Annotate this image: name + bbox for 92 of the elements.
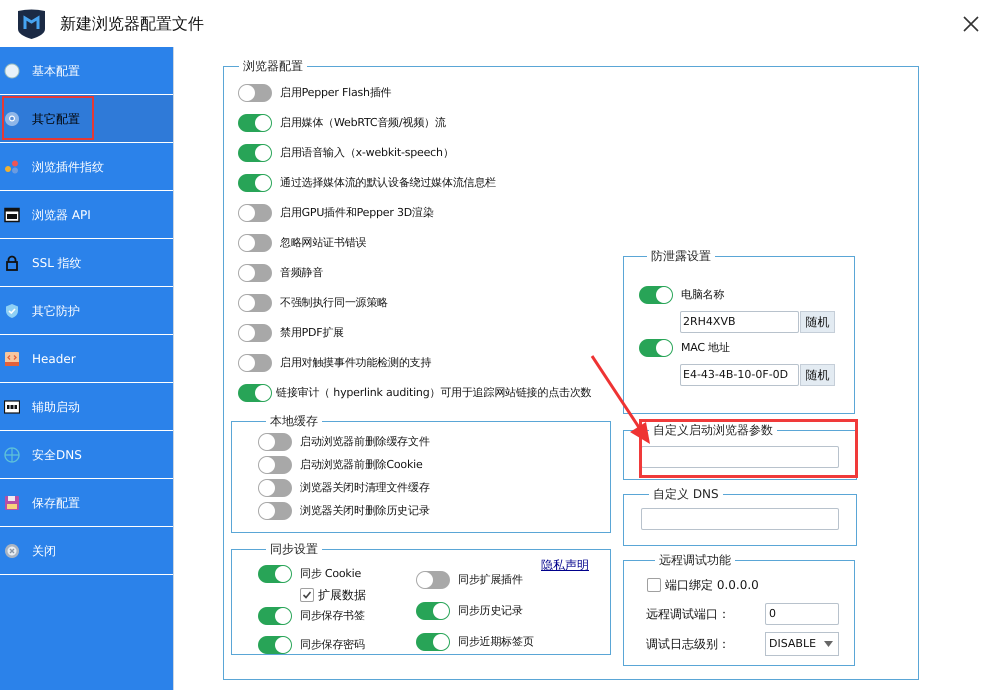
toggle-switch[interactable] <box>238 204 272 222</box>
option-label: 浏览器关闭时删除历史记录 <box>300 502 430 519</box>
close-icon[interactable] <box>963 16 979 32</box>
code-tag-icon <box>4 350 20 366</box>
option-label: 端口绑定 0.0.0.0 <box>665 577 759 594</box>
text-field[interactable]: 2RH4XVB <box>680 311 799 333</box>
option-label: 不强制执行同一源策略 <box>280 294 388 311</box>
close-circle-icon <box>4 542 20 558</box>
shield-icon <box>4 302 20 318</box>
toggle-switch[interactable] <box>258 456 292 474</box>
toggle-switch[interactable] <box>416 633 450 651</box>
sidebar-item[interactable]: 关闭 <box>0 527 173 575</box>
sidebar-item[interactable]: 保存配置 <box>0 479 173 527</box>
random-button[interactable]: 随机 <box>800 311 835 333</box>
sidebar-item[interactable]: SSL 指纹 <box>0 239 173 287</box>
toggle-switch[interactable] <box>238 264 272 282</box>
group-title: 自定义启动浏览器参数 <box>652 424 774 436</box>
sidebar-item[interactable]: 安全DNS <box>0 431 173 479</box>
option-label: 禁用PDF扩展 <box>280 324 344 341</box>
toggle-switch[interactable] <box>238 354 272 372</box>
toggle-switch[interactable] <box>238 324 272 342</box>
toggle-switch[interactable] <box>258 433 292 451</box>
option-label: 启用媒体（WebRTC音频/视频）流 <box>280 114 446 131</box>
option-label: 音频静音 <box>280 264 324 281</box>
log-level-dropdown[interactable]: DISABLE <box>765 632 839 656</box>
sidebar-item[interactable]: 其它防护 <box>0 287 173 335</box>
option-label: 启动浏览器前删除缓存文件 <box>300 434 430 450</box>
option-label: 启用语音输入（x-webkit-speech） <box>280 144 454 161</box>
option-label: 浏览器关闭时清理文件缓存 <box>300 480 430 496</box>
toggle-switch[interactable] <box>258 636 292 654</box>
group-title: 本地缓存 <box>269 415 319 427</box>
option-label: 同步保存书签 <box>300 608 365 624</box>
group-title: 防泄露设置 <box>650 250 712 262</box>
padlock-icon <box>4 254 20 270</box>
option-label: 电脑名称 <box>681 286 724 303</box>
checkbox[interactable] <box>300 588 314 602</box>
option-label: 启动浏览器前删除Cookie <box>300 456 423 473</box>
option-label: 扩展数据 <box>318 587 366 604</box>
logo-icon <box>18 8 45 38</box>
sidebar-item[interactable]: 辅助启动 <box>0 383 173 431</box>
sidebar-item[interactable]: Header <box>0 335 173 383</box>
random-button[interactable]: 随机 <box>800 364 835 386</box>
group-title: 自定义 DNS <box>652 488 720 500</box>
browser-icon <box>4 110 20 126</box>
toggle-switch[interactable] <box>238 294 272 312</box>
window-title: 新建浏览器配置文件 <box>60 12 204 34</box>
option-label: 忽略网站证书错误 <box>280 234 366 251</box>
toggle-switch[interactable] <box>238 384 272 402</box>
group-title: 远程调试功能 <box>658 554 732 566</box>
sidebar-item[interactable]: 浏览器 API <box>0 191 173 239</box>
privacy-link[interactable]: 隐私声明 <box>541 556 589 574</box>
port-field[interactable]: 0 <box>765 603 839 625</box>
field-label: 远程调试端口： <box>646 606 731 623</box>
option-label: 启用GPU插件和Pepper 3D渲染 <box>280 204 434 221</box>
toggle-switch[interactable] <box>238 234 272 252</box>
toggle-switch[interactable] <box>258 479 292 497</box>
option-label: 同步近期标签页 <box>458 634 534 650</box>
toggle-switch[interactable] <box>258 607 292 625</box>
option-label: 启用对触摸事件功能检测的支持 <box>280 354 432 371</box>
group-title: 浏览器配置 <box>242 60 304 72</box>
option-label: 通过选择媒体流的默认设备绕过媒体流信息栏 <box>280 174 496 191</box>
check-icon <box>302 590 312 600</box>
toggle-switch[interactable] <box>238 174 272 192</box>
gears-icon <box>4 158 20 174</box>
option-label: 同步历史记录 <box>458 602 523 619</box>
text-field[interactable] <box>641 508 839 530</box>
field-label: 调试日志级别： <box>646 636 731 653</box>
option-label: 同步扩展插件 <box>458 572 523 588</box>
toggle-switch[interactable] <box>416 602 450 620</box>
option-label: 同步 Cookie <box>300 566 362 582</box>
sidebar-item[interactable]: 其它配置 <box>0 95 173 143</box>
toggle-switch[interactable] <box>238 84 272 102</box>
option-label: MAC 地址 <box>681 340 730 356</box>
terminal-icon <box>4 398 20 414</box>
toggle-switch[interactable] <box>639 339 673 357</box>
toggle-switch[interactable] <box>416 571 450 589</box>
caret-icon <box>824 641 833 647</box>
text-field[interactable]: E4-43-4B-10-0F-0D <box>680 364 799 386</box>
checkbox[interactable] <box>647 578 661 592</box>
group-title: 同步设置 <box>269 543 319 555</box>
globe-icon <box>4 446 20 462</box>
text-field[interactable] <box>641 446 839 468</box>
option-label: 同步保存密码 <box>300 636 365 653</box>
sidebar-item[interactable]: 浏览插件指纹 <box>0 143 173 191</box>
api-window-icon <box>4 206 20 222</box>
option-label: 启用Pepper Flash插件 <box>280 84 392 101</box>
toggle-switch[interactable] <box>238 144 272 162</box>
toggle-switch[interactable] <box>238 114 272 132</box>
toggle-switch[interactable] <box>639 286 673 304</box>
option-label: 链接审计（ hyperlink auditing）可用于追踪网站链接的点击次数 <box>276 384 592 401</box>
toggle-switch[interactable] <box>258 502 292 520</box>
toggle-switch[interactable] <box>258 565 292 583</box>
